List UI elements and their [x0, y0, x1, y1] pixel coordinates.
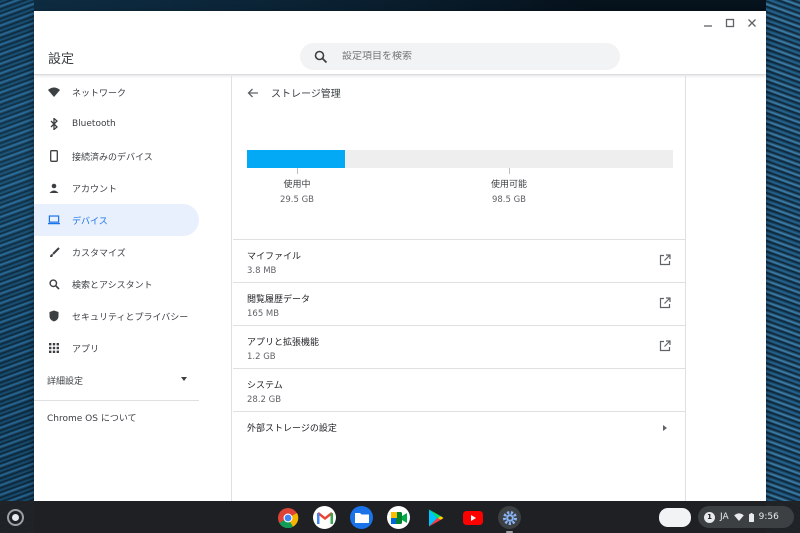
search-box[interactable]: [300, 43, 620, 70]
person-icon: [48, 182, 60, 194]
storage-usage-bar: [247, 150, 673, 168]
sidebar-item-network[interactable]: ネットワーク: [34, 76, 231, 108]
wallpaper-right: [766, 0, 800, 533]
window-controls: [700, 15, 760, 31]
sidebar-item-bluetooth[interactable]: Bluetooth: [34, 108, 231, 140]
minimize-icon: [704, 25, 712, 27]
close-button[interactable]: [744, 15, 760, 31]
sidebar-item-label: 検索とアシスタント: [72, 280, 153, 291]
clock: 9:56: [758, 512, 779, 522]
wifi-icon: [48, 86, 60, 98]
row-title: 閲覧履歴データ: [247, 295, 311, 305]
storage-row-system: システム 28.2 GB: [233, 368, 685, 411]
page-header: ストレージ管理: [233, 76, 685, 109]
row-value: 3.8 MB: [247, 266, 277, 276]
sidebar-advanced-label: 詳細設定: [47, 376, 84, 387]
sidebar-item-label: アカウント: [72, 184, 118, 195]
sidebar-item-accounts[interactable]: アカウント: [34, 172, 231, 204]
storage-used-fill: [247, 150, 345, 168]
available-legend: 使用可能 98.5 GB: [469, 177, 549, 205]
ime-indicator: JA: [720, 512, 729, 522]
storage-row-my-files[interactable]: マイファイル 3.8 MB: [233, 239, 685, 282]
storage-row-browsing-data[interactable]: 閲覧履歴データ 165 MB: [233, 282, 685, 325]
available-label: 使用可能: [490, 180, 527, 190]
sidebar-item-label: アプリ: [72, 344, 100, 355]
titlebar: 設定: [34, 11, 766, 75]
notification-count-badge: 1: [704, 511, 715, 523]
available-value: 98.5 GB: [491, 195, 527, 205]
shelf: 1 JA 9:56: [0, 501, 800, 533]
launcher-button[interactable]: [7, 509, 24, 526]
row-title: 外部ストレージの設定: [247, 424, 337, 434]
sidebar-item-connected-devices[interactable]: 接続済みのデバイス: [34, 140, 231, 172]
battery-icon: [748, 512, 754, 522]
sidebar-item-label: セキュリティとプライバシー: [72, 312, 189, 323]
external-link-icon[interactable]: [659, 254, 671, 266]
page-title: ストレージ管理: [271, 89, 341, 100]
maximize-button[interactable]: [722, 15, 738, 31]
sidebar-advanced-toggle[interactable]: 詳細設定: [34, 364, 199, 396]
main-content: ストレージ管理 使用中 29.5 GB 使用可能 98.5 GB マイファイル …: [233, 76, 686, 501]
phone-icon: [48, 150, 60, 162]
chevron-right-icon: [663, 425, 667, 431]
storage-list: マイファイル 3.8 MB 閲覧履歴データ 165 MB アプリと拡張機能 1.…: [233, 239, 685, 443]
row-value: 165 MB: [247, 309, 280, 319]
back-arrow-icon[interactable]: [247, 87, 259, 99]
row-title: システム: [247, 381, 283, 391]
wallpaper-left: [0, 0, 34, 533]
sidebar-item-label: ネットワーク: [72, 88, 127, 99]
bluetooth-icon: [48, 118, 60, 130]
youtube-icon[interactable]: [461, 506, 484, 529]
search-input[interactable]: [342, 51, 582, 62]
pinned-apps: [276, 506, 521, 533]
sidebar-item-label: カスタマイズ: [72, 248, 126, 259]
row-value: 1.2 GB: [247, 352, 276, 362]
row-value: 28.2 GB: [247, 395, 282, 405]
sidebar-item-apps[interactable]: アプリ: [34, 332, 231, 364]
laptop-icon: [48, 214, 60, 226]
chevron-down-icon: [181, 377, 187, 381]
settings-window: 設定 ネットワーク Bluetooth 接続済みのデバイス アカウント デバイス: [34, 11, 766, 501]
row-title: マイファイル: [247, 252, 302, 262]
sidebar-about-label: Chrome OS について: [47, 413, 137, 424]
sidebar-item-about[interactable]: Chrome OS について: [34, 401, 199, 433]
wifi-icon: [733, 513, 744, 521]
app-title: 設定: [48, 52, 75, 67]
brush-icon: [48, 246, 60, 258]
holding-space-button[interactable]: [659, 508, 691, 527]
sidebar-item-personalization[interactable]: カスタマイズ: [34, 236, 231, 268]
status-tray[interactable]: 1 JA 9:56: [698, 506, 794, 528]
shield-icon: [48, 310, 60, 322]
external-link-icon[interactable]: [659, 297, 671, 309]
external-storage-settings-row[interactable]: 外部ストレージの設定: [233, 411, 685, 443]
chrome-icon[interactable]: [276, 506, 299, 529]
row-title: アプリと拡張機能: [247, 338, 320, 348]
maximize-icon: [725, 18, 735, 28]
sidebar-item-label: デバイス: [72, 216, 108, 227]
used-label: 使用中: [283, 180, 311, 190]
search-icon: [314, 50, 328, 63]
apps-grid-icon: [48, 342, 60, 354]
close-icon: [748, 19, 756, 27]
sidebar-item-security-privacy[interactable]: セキュリティとプライバシー: [34, 300, 231, 332]
meet-icon[interactable]: [387, 506, 410, 529]
sidebar-item-device[interactable]: デバイス: [34, 204, 199, 236]
available-tick: [509, 168, 510, 174]
gmail-icon[interactable]: [313, 506, 336, 529]
files-icon[interactable]: [350, 506, 373, 529]
used-value: 29.5 GB: [279, 195, 315, 205]
used-tick: [297, 168, 298, 174]
used-legend: 使用中 29.5 GB: [257, 177, 337, 205]
sidebar: ネットワーク Bluetooth 接続済みのデバイス アカウント デバイス カス…: [34, 76, 232, 501]
sidebar-item-search-assistant[interactable]: 検索とアシスタント: [34, 268, 231, 300]
search-icon: [48, 278, 60, 290]
play-store-icon[interactable]: [424, 506, 447, 529]
minimize-button[interactable]: [700, 15, 716, 31]
sidebar-item-label: 接続済みのデバイス: [72, 152, 153, 163]
settings-icon[interactable]: [498, 506, 521, 533]
storage-row-apps-extensions[interactable]: アプリと拡張機能 1.2 GB: [233, 325, 685, 368]
sidebar-item-label: Bluetooth: [72, 119, 116, 129]
external-link-icon[interactable]: [659, 340, 671, 352]
